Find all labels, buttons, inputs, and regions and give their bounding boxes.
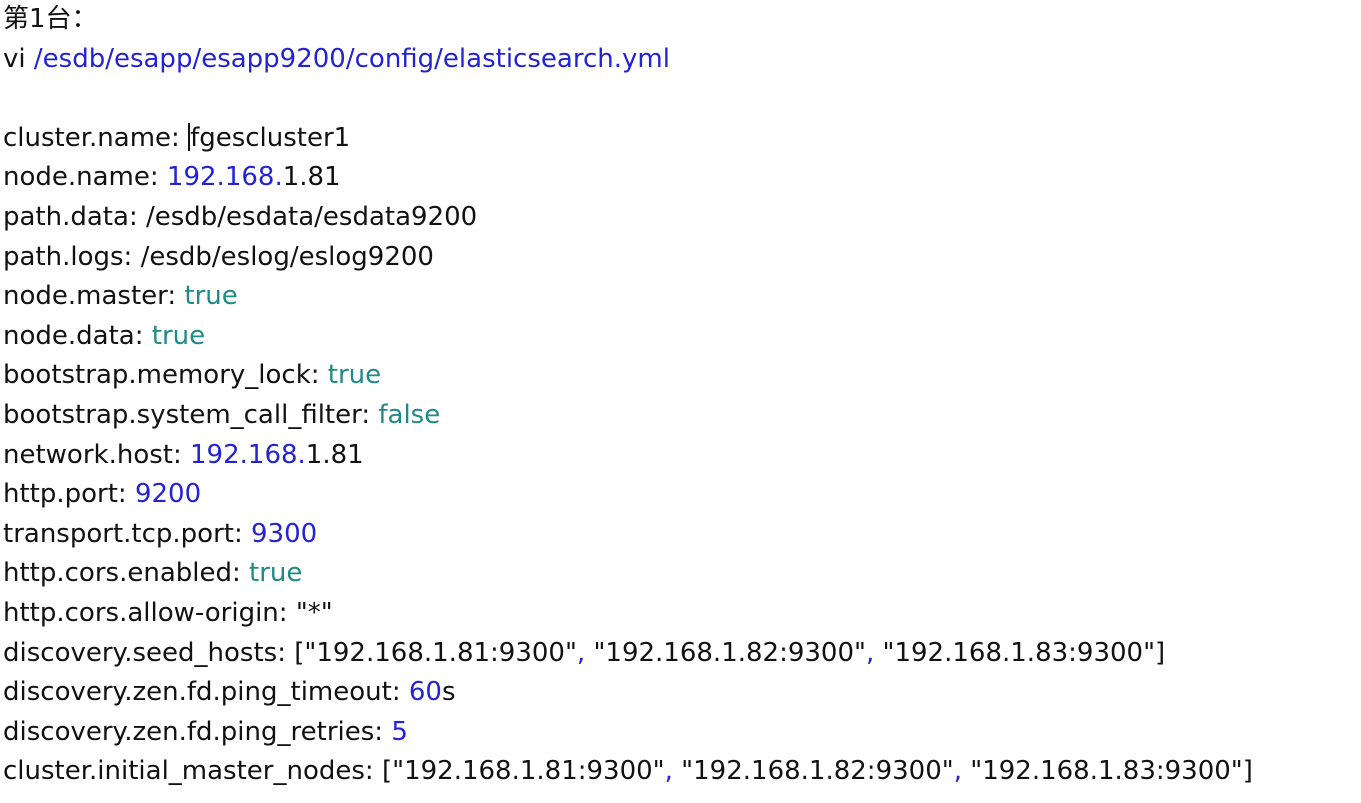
config-line-ping-timeout: discovery.zen.fd.ping_timeout: 60s [3, 673, 1353, 713]
list-item: "192.168.1.83:9300" [882, 637, 1156, 668]
config-key: http.cors.enabled: [3, 558, 241, 589]
config-key: bootstrap.system_call_filter: [3, 399, 371, 430]
config-value: s [441, 677, 456, 708]
command-prefix: vi [3, 43, 26, 74]
config-line-system-call-filter: bootstrap.system_call_filter: false [3, 396, 1353, 436]
config-key: cluster.initial_master_nodes: [3, 756, 374, 787]
config-key: path.logs: [3, 241, 133, 272]
config-key: cluster.name: [3, 122, 180, 153]
config-value: fgescluster1 [190, 122, 351, 153]
list-separator: , [865, 637, 875, 668]
config-key: network.host: [3, 439, 182, 470]
list-item: "192.168.1.81:9300" [392, 756, 665, 787]
list-item: "192.168.1.82:9300" [681, 756, 954, 787]
list-open-bracket: [ [294, 637, 305, 668]
config-line-node-data: node.data: true [3, 317, 1353, 357]
list-close-bracket: ] [1155, 637, 1166, 668]
config-key: node.data: [3, 320, 144, 351]
config-value: true [249, 558, 303, 589]
config-value: true [327, 360, 382, 391]
config-value: "*" [295, 597, 333, 628]
config-value: /esdb/eslog/eslog9200 [140, 241, 434, 272]
config-key: path.data: [3, 201, 138, 232]
config-key: node.name: [3, 162, 159, 193]
config-value: 9200 [134, 479, 202, 510]
config-key: node.master: [3, 281, 177, 312]
list-separator: , [953, 756, 962, 787]
config-value: /esdb/esdata/esdata9200 [145, 201, 478, 232]
list-item: "192.168.1.83:9300" [970, 756, 1243, 787]
heading-text: 第1台： [3, 4, 98, 34]
config-value-highlight: 60 [408, 677, 442, 708]
config-line-path-data: path.data: /esdb/esdata/esdata9200 [3, 198, 1353, 238]
command-line: vi /esdb/esapp/esapp9200/config/elastics… [3, 40, 1353, 80]
config-line-memory-lock: bootstrap.memory_lock: true [3, 356, 1353, 396]
config-value: 9300 [250, 518, 318, 549]
config-line-cors-allow-origin: http.cors.allow-origin: "*" [3, 594, 1353, 634]
config-key: bootstrap.memory_lock: [3, 360, 320, 391]
config-line-transport-port: transport.tcp.port: 9300 [3, 515, 1353, 555]
config-value: 5 [391, 716, 408, 747]
config-line-network-host: network.host: 192.168.1.81 [3, 436, 1353, 476]
config-line-seed-hosts: discovery.seed_hosts: ["192.168.1.81:930… [3, 634, 1353, 674]
config-value: true [151, 320, 206, 351]
config-line-initial-master-nodes: cluster.initial_master_nodes: ["192.168.… [3, 752, 1353, 792]
config-key: discovery.zen.fd.ping_timeout: [3, 677, 401, 708]
config-line-ping-retries: discovery.zen.fd.ping_retries: 5 [3, 713, 1353, 753]
config-line-node-name: node.name: 192.168.1.81 [3, 158, 1353, 198]
list-item: "192.168.1.82:9300" [593, 637, 866, 668]
config-line-cluster-name: cluster.name: fgescluster1 [3, 119, 1353, 159]
config-value-highlight: 192.168. [190, 439, 306, 470]
config-key: discovery.seed_hosts: [3, 637, 286, 668]
config-value-highlight: 192.168. [166, 162, 283, 193]
config-value: false [378, 399, 441, 430]
config-value: true [184, 281, 238, 312]
config-key: http.cors.allow-origin: [3, 597, 288, 628]
list-item: "192.168.1.81:9300" [304, 637, 577, 668]
list-separator: , [576, 637, 586, 668]
config-value: 1.81 [282, 162, 341, 193]
list-close-bracket: ] [1242, 756, 1253, 787]
config-key: transport.tcp.port: [3, 518, 243, 549]
config-document: 第1台： vi /esdb/esapp/esapp9200/config/ela… [3, 0, 1353, 792]
config-value: 1.81 [305, 439, 364, 470]
config-key: http.port: [3, 479, 127, 510]
config-line-http-port: http.port: 9200 [3, 475, 1353, 515]
list-open-bracket: [ [381, 756, 393, 787]
command-path: /esdb/esapp/esapp9200/config/elasticsear… [33, 43, 670, 74]
list-separator: , [664, 756, 673, 787]
config-line-cors-enabled: http.cors.enabled: true [3, 554, 1353, 594]
config-line-path-logs: path.logs: /esdb/eslog/eslog9200 [3, 238, 1353, 278]
config-line-node-master: node.master: true [3, 277, 1353, 317]
config-key: discovery.zen.fd.ping_retries: [3, 716, 384, 747]
heading-line: 第1台： [3, 0, 1353, 40]
